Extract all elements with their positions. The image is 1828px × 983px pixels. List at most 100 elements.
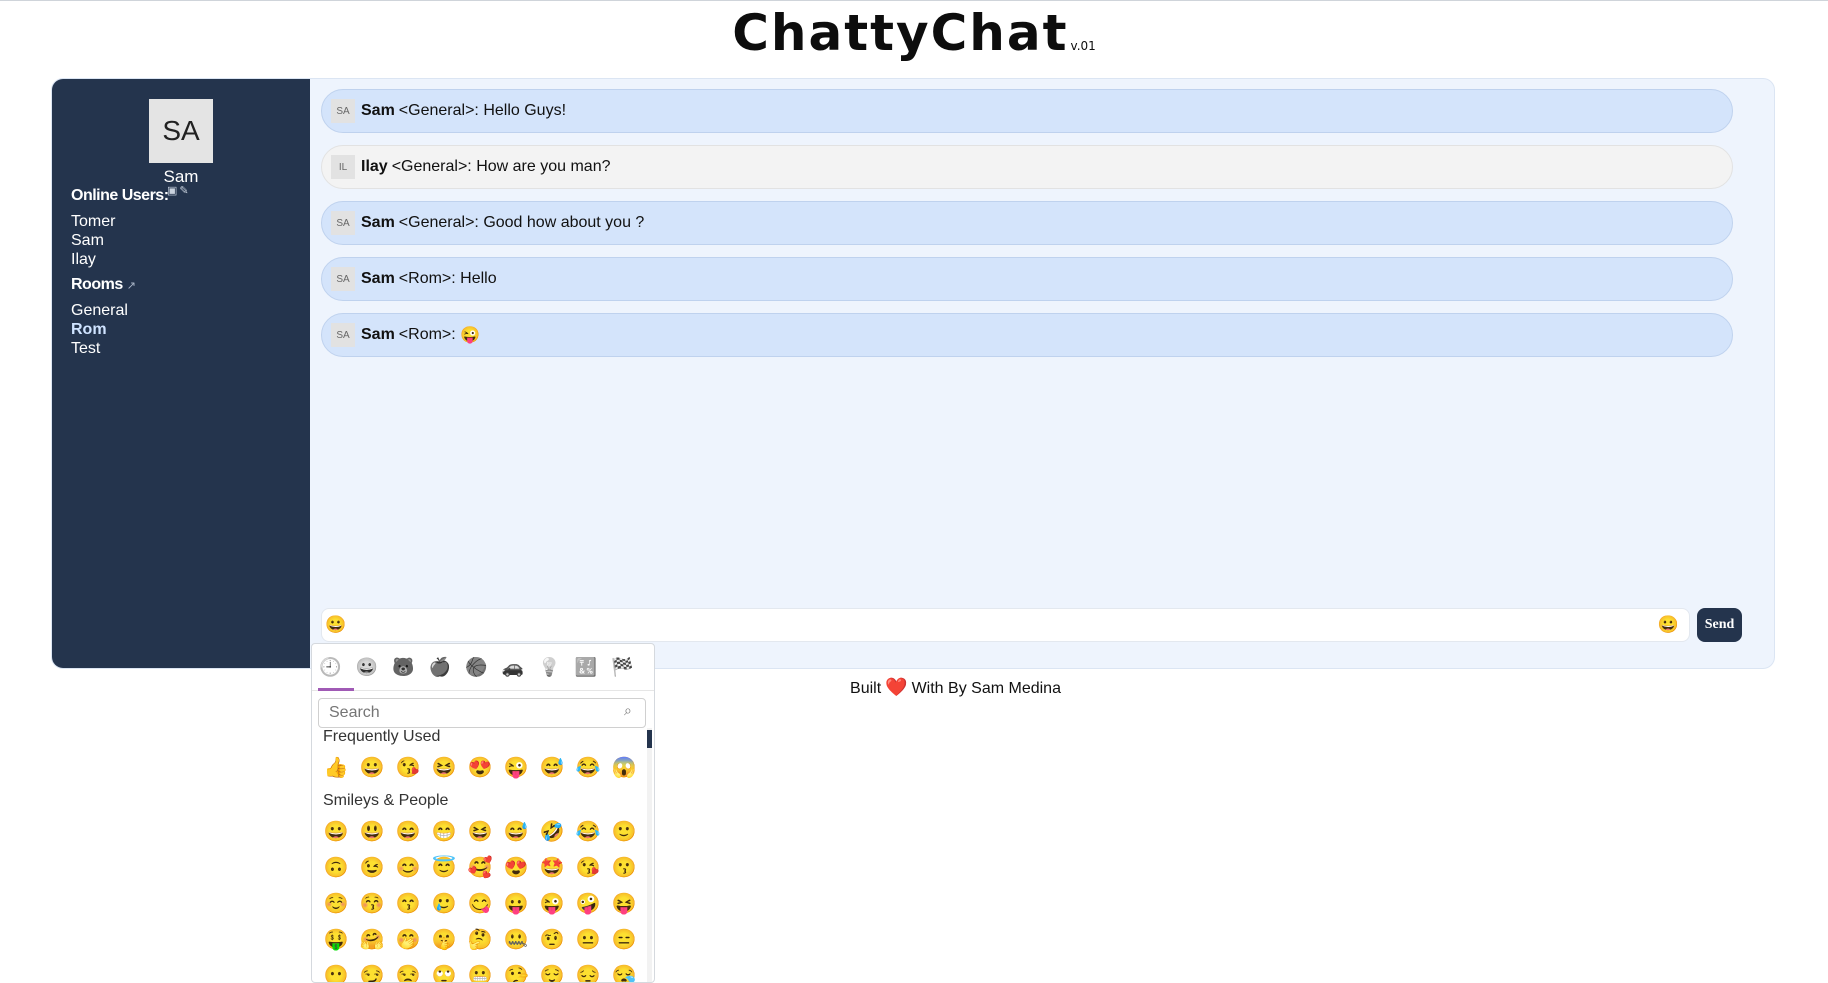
emoji-option[interactable]: 😋 [462,885,498,921]
message-text: Hello [460,270,497,287]
emoji-option[interactable]: 😍 [498,849,534,885]
emoji-option[interactable]: 🥲 [426,885,462,921]
emoji-toggle-icon[interactable]: 😀 [1658,615,1679,635]
avatar[interactable]: SA [149,99,213,163]
emoji-option[interactable]: 😇 [426,849,462,885]
emoji-option[interactable]: 😉 [354,849,390,885]
frequently-used-grid: 👍 😀 😘 😆 😍 😜 😅 😂 😱 [318,749,642,785]
emoji-option[interactable]: 😄 [390,813,426,849]
emoji-option[interactable]: 😐 [570,921,606,957]
emoji-option[interactable]: 🥰 [462,849,498,885]
emoji-option[interactable]: 🤐 [498,921,534,957]
emoji-option[interactable]: 😛 [498,885,534,921]
emoji-option[interactable]: 😝 [606,885,642,921]
message-author[interactable]: Sam [361,326,395,344]
emoji-option[interactable]: 😍 [462,749,498,785]
emoji-option[interactable]: 🙂 [606,813,642,849]
footer: Built ❤️ With By Sam Medina [0,677,1828,698]
activity-icon[interactable]: 🏀 [458,644,495,690]
message-author[interactable]: Sam [361,270,395,288]
external-link-icon[interactable]: ↗ [127,280,136,292]
emoji-option[interactable]: 😜 [534,885,570,921]
emoji-search-input[interactable] [318,698,646,728]
top-border [0,0,1828,1]
travel-icon[interactable]: 🚗 [495,644,532,690]
emoji-option[interactable]: 😁 [426,813,462,849]
emoji-option[interactable]: 😘 [570,849,606,885]
emoji-option[interactable]: 👍 [318,749,354,785]
emoji-option[interactable]: 😂 [570,813,606,849]
emoji-option[interactable]: ☺️ [318,885,354,921]
message-author[interactable]: Sam [361,102,395,120]
animal-icon[interactable]: 🐻 [385,644,422,690]
emoji-option[interactable]: 😪 [606,957,642,983]
food-icon[interactable]: 🍎 [422,644,459,690]
message-input[interactable]: 😀 😀 [321,608,1690,642]
emoji-option[interactable]: 🤨 [534,921,570,957]
emoji-option[interactable]: 😆 [426,749,462,785]
online-user[interactable]: Sam [71,231,115,250]
emoji-option[interactable]: 😀 [354,749,390,785]
emoji-option[interactable]: 😌 [534,957,570,983]
save-icon[interactable]: ▣ [167,185,177,197]
message-avatar: IL [331,155,355,179]
emoji-option[interactable]: 😆 [462,813,498,849]
message-input-value[interactable]: 😀 [325,615,346,635]
message-avatar: SA [331,211,355,235]
chat-container: SA Sam ▣ ✎ Online Users: Tomer Sam Ilay … [51,78,1775,669]
emoji-option[interactable]: 🤫 [426,921,462,957]
symbols-icon[interactable]: 🔣 [568,644,605,690]
emoji-option[interactable]: 🤥 [498,957,534,983]
emoji-option[interactable]: 😗 [606,849,642,885]
edit-icon[interactable]: ✎ [179,185,188,197]
emoji-option[interactable]: 😙 [390,885,426,921]
emoji-option[interactable]: 🤗 [354,921,390,957]
online-users-list: Tomer Sam Ilay [71,212,115,269]
emoji-option[interactable]: 😊 [390,849,426,885]
emoji-option[interactable]: 😶 [318,957,354,983]
emoji-option[interactable]: 😱 [606,749,642,785]
emoji-option[interactable]: 😘 [390,749,426,785]
emoji-option[interactable]: 😏 [354,957,390,983]
sidebar-item-room-rom[interactable]: Rom [71,320,128,339]
emoji-option[interactable]: 🤑 [318,921,354,957]
emoji-option[interactable]: 😬 [462,957,498,983]
objects-icon[interactable]: 💡 [531,644,568,690]
emoji-scrollbar[interactable] [647,728,652,982]
message: SA Sam <Rom>: Hello [321,257,1733,301]
emoji-option[interactable]: 🤩 [534,849,570,885]
send-button[interactable]: Send [1697,608,1742,642]
sidebar-item-room-test[interactable]: Test [71,339,128,358]
emoji-option[interactable]: 🙄 [426,957,462,983]
flags-icon[interactable]: 🏁 [604,644,641,690]
message: IL Ilay <General>: How are you man? [321,145,1733,189]
recent-icon[interactable]: 🕘 [312,644,349,690]
emoji-option[interactable]: 🤭 [390,921,426,957]
emoji-option[interactable]: 😜 [498,749,534,785]
online-user[interactable]: Tomer [71,212,115,231]
sidebar-item-room-general[interactable]: General [71,301,128,320]
message-avatar: SA [331,99,355,123]
emoji-option[interactable]: 🙃 [318,849,354,885]
emoji-option[interactable]: 😅 [534,749,570,785]
scrollbar-thumb[interactable] [647,730,652,748]
emoji-option[interactable]: 😂 [570,749,606,785]
emoji-option[interactable]: 🤣 [534,813,570,849]
emoji-option[interactable]: 🤪 [570,885,606,921]
heart-icon: ❤️ [885,677,908,697]
message-author[interactable]: Sam [361,214,395,232]
message-room: <General>: [391,158,472,175]
emoji-option[interactable]: 😃 [354,813,390,849]
rooms-title-text: Rooms [71,276,123,293]
emoji-option[interactable]: 🤔 [462,921,498,957]
smiley-icon[interactable]: 😀 [349,644,386,690]
emoji-option[interactable]: 😚 [354,885,390,921]
emoji-option[interactable]: 😑 [606,921,642,957]
emoji-option[interactable]: 😅 [498,813,534,849]
message: SA Sam <Rom>: 😜 [321,313,1733,357]
message-author[interactable]: Ilay [361,158,388,176]
emoji-option[interactable]: 😀 [318,813,354,849]
emoji-option[interactable]: 😔 [570,957,606,983]
emoji-option[interactable]: 😒 [390,957,426,983]
online-user[interactable]: Ilay [71,250,115,269]
